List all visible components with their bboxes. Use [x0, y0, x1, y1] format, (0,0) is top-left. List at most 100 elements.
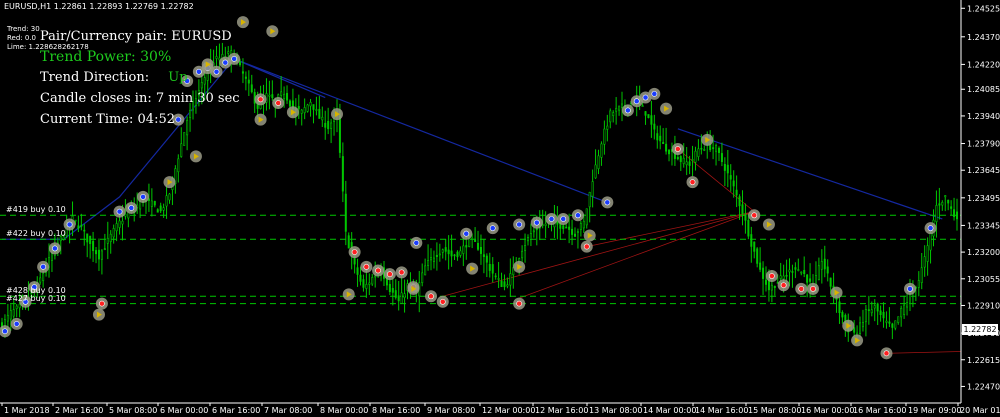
- y-tick-label: 1.24370: [967, 33, 1000, 42]
- candle-body: [573, 233, 576, 237]
- candle-body: [365, 284, 368, 289]
- current-price-tag: 1.22782: [962, 324, 998, 336]
- candle-body: [720, 153, 723, 163]
- candle-body: [103, 248, 106, 250]
- candle-body: [797, 269, 800, 271]
- y-tick-label: 1.23495: [967, 194, 1000, 203]
- candle-body: [571, 228, 574, 235]
- candle-body: [882, 312, 885, 319]
- buy-signal: [927, 225, 934, 232]
- y-tick-label: 1.23790: [967, 140, 1000, 149]
- candle-body: [394, 290, 397, 298]
- candle-body: [829, 277, 832, 287]
- candle-body: [403, 293, 406, 298]
- candle-body: [315, 109, 318, 111]
- candle-body: [494, 275, 497, 278]
- candle-body: [897, 316, 900, 323]
- candle-body: [647, 114, 650, 119]
- candle-body: [459, 250, 462, 256]
- candle-body: [900, 307, 903, 318]
- candle-body: [803, 269, 806, 275]
- candle-body: [400, 292, 403, 304]
- buy-signal: [51, 245, 58, 252]
- x-tick-label: 15 Mar 08:00: [748, 406, 801, 415]
- candle-body: [906, 302, 909, 308]
- candle-body: [362, 279, 365, 288]
- candle-body: [74, 219, 77, 222]
- candle-body: [726, 164, 729, 174]
- buy-signal: [560, 216, 567, 222]
- x-tick-label: 8 Mar 00:00: [320, 406, 368, 415]
- y-tick-label: 1.24085: [967, 85, 1000, 94]
- candle-body: [785, 274, 788, 277]
- candle-body: [744, 214, 747, 221]
- candle-body: [618, 105, 621, 111]
- x-tick-label: 13 Mar 08:00: [589, 406, 642, 415]
- buy-signal: [489, 225, 496, 232]
- trend-line-red: [586, 211, 755, 247]
- sell-signal: [768, 273, 775, 279]
- candle-body: [662, 141, 665, 145]
- candle-body: [861, 322, 864, 328]
- buy-signal: [66, 221, 73, 228]
- x-tick-label: 19 Mar 09:00: [908, 406, 961, 415]
- candle-body: [782, 275, 785, 280]
- candle-body: [823, 258, 826, 270]
- candle-body: [588, 192, 591, 208]
- candle-body: [703, 149, 706, 151]
- candle-body: [186, 119, 189, 136]
- candle-body: [576, 231, 579, 233]
- candle-body: [603, 128, 606, 145]
- candle-body: [741, 204, 744, 215]
- candle-body: [717, 147, 720, 153]
- current-time: Current Time: 04:52: [40, 112, 175, 127]
- candle-body: [665, 143, 668, 152]
- candle-body: [488, 263, 491, 271]
- candle-body: [729, 175, 732, 180]
- candle-body: [300, 109, 303, 114]
- candle-body: [688, 161, 691, 166]
- candle-body: [168, 193, 171, 201]
- candle-body: [644, 111, 647, 116]
- candle-body: [888, 321, 891, 324]
- trend-power: Trend Power: 30%: [40, 49, 172, 65]
- candle-body: [89, 235, 92, 245]
- candle-body: [321, 116, 324, 121]
- candle-body: [444, 247, 447, 252]
- candle-body: [938, 203, 941, 206]
- candle-body: [668, 149, 671, 155]
- candle-body: [947, 199, 950, 204]
- y-tick-label: 1.23345: [967, 221, 1000, 230]
- candle-body: [388, 284, 391, 292]
- buy-signal: [175, 116, 182, 123]
- candle-body: [500, 280, 503, 288]
- candle-body: [585, 208, 588, 226]
- candle-body: [685, 161, 688, 166]
- candle-body: [303, 107, 306, 114]
- candle-body: [764, 279, 767, 285]
- candle-body: [288, 100, 291, 107]
- candle-body: [297, 106, 300, 110]
- candle-body: [9, 310, 12, 320]
- candle-body: [241, 71, 244, 74]
- candle-body: [653, 123, 656, 130]
- sell-signal: [883, 350, 890, 357]
- candle-body: [885, 320, 888, 323]
- candle-body: [435, 254, 438, 257]
- candle-body: [283, 93, 286, 99]
- x-tick-label: 20 Mar 01:00: [960, 406, 1000, 415]
- candle-body: [438, 253, 441, 256]
- candle-body: [529, 233, 532, 240]
- sell-signal: [798, 286, 805, 292]
- candle-body: [432, 257, 435, 262]
- candle-body: [691, 159, 694, 161]
- mini-trend: Trend: 30: [7, 25, 40, 33]
- candle-body: [462, 245, 465, 254]
- order-label: #419 buy 0.10: [6, 205, 66, 215]
- y-tick-label: 1.22615: [967, 356, 1000, 365]
- candle-body: [341, 156, 344, 192]
- buy-signal: [651, 90, 658, 97]
- candle-body: [920, 267, 923, 283]
- candle-body: [544, 223, 547, 226]
- sell-signal: [751, 212, 758, 219]
